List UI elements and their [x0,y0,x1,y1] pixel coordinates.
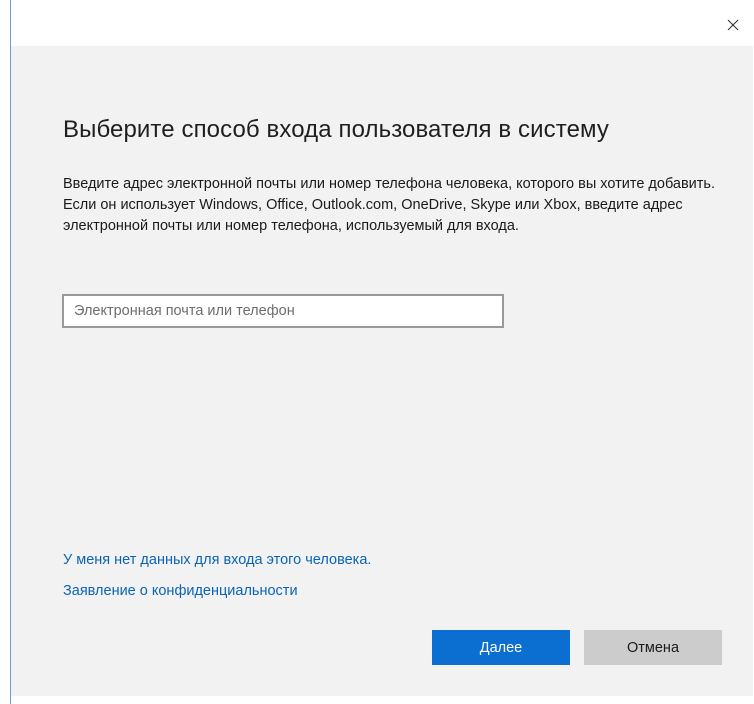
no-signin-info-link[interactable]: У меня нет данных для входа этого челове… [63,552,371,568]
close-icon [727,19,739,31]
dialog-content: Выберите способ входа пользователя в сис… [11,46,753,696]
next-button[interactable]: Далее [432,630,570,665]
instructions-text: Введите адрес электронной почты или номе… [63,176,716,234]
cancel-button[interactable]: Отмена [584,630,722,665]
add-user-dialog: Выберите способ входа пользователя в сис… [0,0,754,704]
privacy-statement-link[interactable]: Заявление о конфиденциальности [63,583,298,599]
page-title: Выберите способ входа пользователя в сис… [63,116,609,143]
title-bar [11,0,754,46]
window-bottom-edge [11,696,754,704]
close-button[interactable] [712,8,754,42]
email-or-phone-input[interactable] [62,294,504,328]
